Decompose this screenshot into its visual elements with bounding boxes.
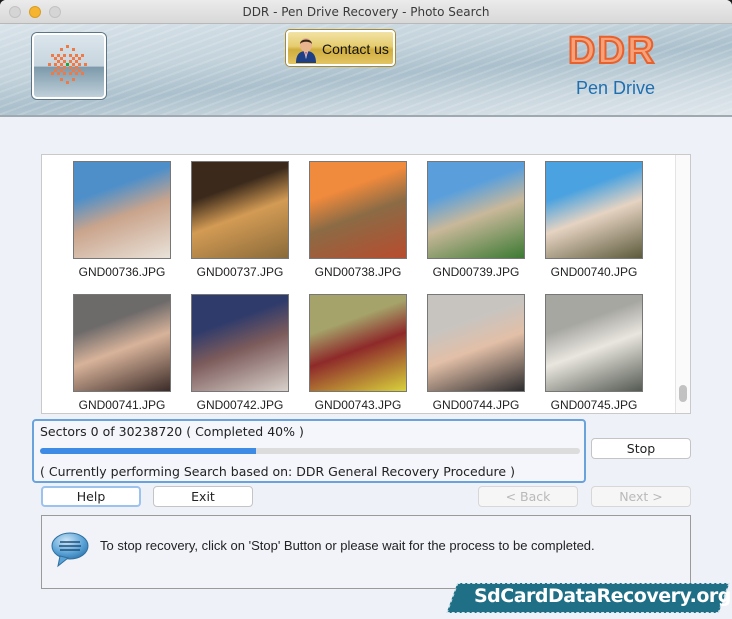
- window-title: DDR - Pen Drive Recovery - Photo Search: [242, 5, 490, 19]
- contact-us-label: Contact us: [322, 41, 389, 57]
- title-bar: DDR - Pen Drive Recovery - Photo Search: [0, 0, 732, 24]
- photo-image[interactable]: [73, 294, 171, 392]
- photo-filename: GND00741.JPG: [78, 398, 166, 412]
- photo-filename: GND00738.JPG: [314, 265, 402, 279]
- photo-filename: GND00737.JPG: [196, 265, 284, 279]
- photo-thumbnail[interactable]: GND00738.JPG: [309, 161, 407, 279]
- photo-filename: GND00744.JPG: [432, 398, 520, 412]
- watermark-text: SdCardDataRecovery.org: [474, 585, 731, 607]
- photo-image[interactable]: [427, 294, 525, 392]
- progress-panel: Sectors 0 of 30238720 ( Completed 40% ) …: [32, 419, 586, 483]
- photo-image[interactable]: [427, 161, 525, 259]
- photo-thumbnail[interactable]: GND00745.JPG: [545, 294, 643, 412]
- zoom-window-button[interactable]: [49, 6, 61, 18]
- photo-image[interactable]: [309, 294, 407, 392]
- photo-filename: GND00739.JPG: [432, 265, 520, 279]
- support-person-icon: [296, 38, 316, 63]
- minimize-window-button[interactable]: [29, 6, 41, 18]
- photo-thumbnail[interactable]: GND00737.JPG: [191, 161, 289, 279]
- photo-thumbnail[interactable]: GND00736.JPG: [73, 161, 171, 279]
- contact-us-button[interactable]: Contact us: [286, 30, 395, 66]
- photo-grid: GND00736.JPG GND00737.JPG GND00738.JPG GND0…: [41, 154, 691, 414]
- photo-image[interactable]: [191, 161, 289, 259]
- info-panel: To stop recovery, click on 'Stop' Button…: [41, 515, 691, 589]
- sectors-status: Sectors 0 of 30238720 ( Completed 40% ): [40, 424, 304, 439]
- photo-image[interactable]: [545, 294, 643, 392]
- exit-button[interactable]: Exit: [153, 486, 253, 507]
- photo-thumbnail[interactable]: GND00743.JPG: [309, 294, 407, 412]
- photo-thumbnail[interactable]: GND00742.JPG: [191, 294, 289, 412]
- help-button[interactable]: Help: [41, 486, 141, 507]
- app-logo: [32, 33, 106, 99]
- photo-thumbnail[interactable]: GND00739.JPG: [427, 161, 525, 279]
- brand-logo-text: DDR: [567, 29, 657, 73]
- photo-filename: GND00740.JPG: [550, 265, 638, 279]
- scrollbar-thumb[interactable]: [679, 385, 687, 402]
- photo-filename: GND00736.JPG: [78, 265, 166, 279]
- photo-filename: GND00742.JPG: [196, 398, 284, 412]
- photo-image[interactable]: [73, 161, 171, 259]
- back-button[interactable]: < Back: [478, 486, 578, 507]
- photo-filename: GND00743.JPG: [314, 398, 402, 412]
- header-banner: Contact us DDR Pen Drive: [0, 24, 732, 117]
- photo-thumbnail[interactable]: GND00744.JPG: [427, 294, 525, 412]
- next-button[interactable]: Next >: [591, 486, 691, 507]
- stop-button[interactable]: Stop: [591, 438, 691, 459]
- photo-filename: GND00745.JPG: [550, 398, 638, 412]
- close-window-button[interactable]: [9, 6, 21, 18]
- photo-thumbnail[interactable]: GND00740.JPG: [545, 161, 643, 279]
- app-window: DDR - Pen Drive Recovery - Photo Search: [0, 0, 732, 619]
- info-message: To stop recovery, click on 'Stop' Button…: [100, 538, 595, 553]
- speech-bubble-icon: [51, 532, 89, 568]
- brand-subtitle: Pen Drive: [576, 78, 656, 98]
- photo-image[interactable]: [545, 161, 643, 259]
- vertical-scrollbar[interactable]: [675, 155, 690, 413]
- procedure-status: ( Currently performing Search based on: …: [40, 464, 515, 479]
- progress-bar: [40, 448, 580, 454]
- photo-thumbnail[interactable]: GND00741.JPG: [73, 294, 171, 412]
- progress-bar-fill: [40, 448, 256, 454]
- ddr-logo-icon: [48, 45, 87, 84]
- photo-image[interactable]: [309, 161, 407, 259]
- photo-image[interactable]: [191, 294, 289, 392]
